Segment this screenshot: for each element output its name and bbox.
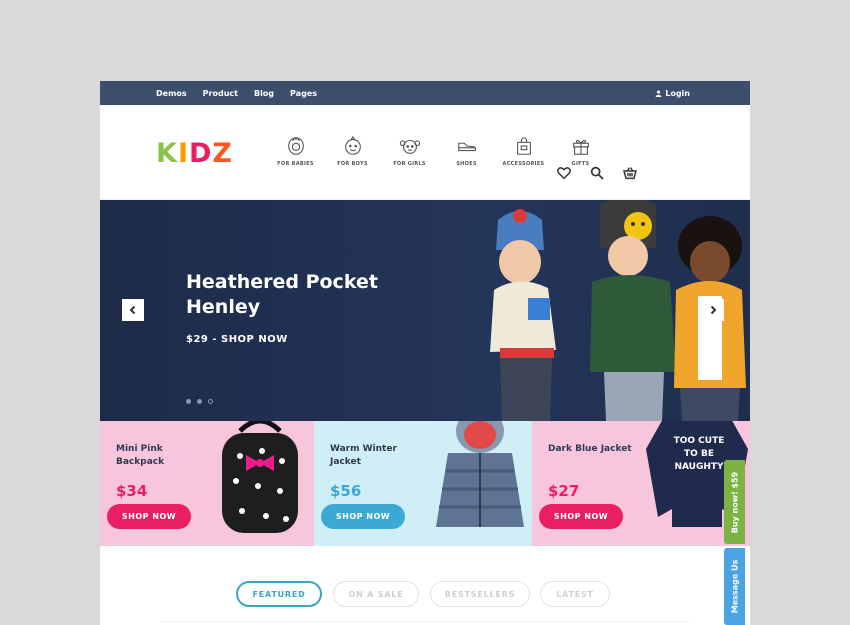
heart-icon[interactable] xyxy=(556,165,572,181)
buy-now-side-button[interactable]: Buy now! $59 xyxy=(724,460,745,544)
category-for-babies[interactable]: FOR BABIES xyxy=(267,135,324,167)
shoe-icon xyxy=(457,142,476,152)
logo[interactable]: K I D Z xyxy=(156,138,233,169)
slider-next-button[interactable] xyxy=(702,299,724,321)
promo-card-dark-blue-jacket: TOO CUTE TO BE NAUGHTY Dark Blue Jacket … xyxy=(532,421,750,546)
promo-card-winter-jacket: Warm Winter Jacket $56 SHOP NOW xyxy=(314,421,532,546)
category-shoes[interactable]: SHOES xyxy=(438,135,495,167)
category-accessories[interactable]: ACCESSORIES xyxy=(495,135,552,167)
logo-letter: Z xyxy=(212,138,233,169)
category-for-girls[interactable]: FOR GIRLS xyxy=(381,135,438,167)
message-us-label: Message Us xyxy=(730,559,740,614)
nav-pages[interactable]: Pages xyxy=(290,89,317,98)
baby-icon xyxy=(287,137,304,155)
user-icon xyxy=(655,90,662,97)
category-label: FOR GIRLS xyxy=(393,161,426,167)
slider-dots xyxy=(186,399,213,404)
category-label: SHOES xyxy=(456,161,477,167)
logo-letter: I xyxy=(177,138,189,169)
login-link[interactable]: Login xyxy=(655,81,690,105)
category-label: GIFTS xyxy=(571,161,590,167)
hero-title: Heathered Pocket Henley xyxy=(186,271,378,318)
promo-strip: Mini Pink Backpack $34 SHOP NOW Warm Win… xyxy=(100,421,750,546)
category-label: ACCESSORIES xyxy=(502,161,545,167)
tab-on-sale[interactable]: ON A SALE xyxy=(333,581,419,607)
slider-dot[interactable] xyxy=(186,399,191,404)
nav-product[interactable]: Product xyxy=(203,89,238,98)
chevron-left-icon xyxy=(129,305,136,315)
nav-demos[interactable]: Demos xyxy=(156,89,187,98)
promo-price: $56 xyxy=(330,482,362,500)
logo-letter: K xyxy=(156,138,178,169)
category-label: FOR BOYS xyxy=(337,161,368,167)
category-gifts[interactable]: GIFTS xyxy=(552,135,609,167)
slider-dot[interactable] xyxy=(208,399,213,404)
search-icon[interactable] xyxy=(589,165,605,181)
promo-shop-now-button[interactable]: SHOP NOW xyxy=(321,504,405,529)
winter-jacket-image xyxy=(436,421,524,527)
promo-price: $27 xyxy=(548,482,580,500)
hero-slider: Heathered Pocket Henley $29 - SHOP NOW xyxy=(100,200,750,421)
promo-card-backpack: Mini Pink Backpack $34 SHOP NOW xyxy=(100,421,314,546)
tab-latest[interactable]: LATEST xyxy=(540,581,610,607)
promo-name: Warm Winter Jacket xyxy=(330,444,397,467)
cart-icon[interactable] xyxy=(622,165,638,181)
tab-bestsellers[interactable]: BESTSELLERS xyxy=(430,581,530,607)
logo-letter: D xyxy=(188,138,213,169)
chevron-right-icon xyxy=(710,305,717,315)
boy-icon xyxy=(344,135,361,155)
category-for-boys[interactable]: FOR BOYS xyxy=(324,135,381,167)
category-nav: FOR BABIES FOR BOYS FOR GIRLS SHOES ACCE… xyxy=(267,135,609,167)
promo-shop-now-button[interactable]: SHOP NOW xyxy=(539,504,623,529)
login-label: Login xyxy=(665,88,690,98)
promo-shop-now-button[interactable]: SHOP NOW xyxy=(107,504,191,529)
promo-name: Mini Pink Backpack xyxy=(116,444,165,467)
page-frame: Demos Product Blog Pages Login K I D Z F… xyxy=(100,81,750,625)
slider-prev-button[interactable] xyxy=(122,299,144,321)
bag-icon xyxy=(516,137,531,155)
top-bar: Demos Product Blog Pages Login xyxy=(100,81,750,105)
message-us-side-button[interactable]: Message Us xyxy=(724,548,745,625)
buy-now-label: Buy now! $59 xyxy=(730,471,740,533)
top-nav: Demos Product Blog Pages xyxy=(156,89,317,98)
gift-icon xyxy=(572,139,589,155)
slider-dot[interactable] xyxy=(197,399,202,404)
backpack-image xyxy=(222,421,298,533)
shirt-print-text: TOO CUTE TO BE NAUGHTY xyxy=(673,436,725,472)
nav-blog[interactable]: Blog xyxy=(254,89,274,98)
girl-icon xyxy=(399,139,420,154)
tab-featured[interactable]: FEATURED xyxy=(236,581,322,607)
site-header: K I D Z FOR BABIES FOR BOYS FOR GIRLS SH… xyxy=(100,105,750,200)
hero-kids-image xyxy=(490,200,746,421)
promo-price: $34 xyxy=(116,482,148,500)
category-label: FOR BABIES xyxy=(277,161,314,167)
promo-name: Dark Blue Jacket xyxy=(548,444,632,454)
product-row-hint xyxy=(160,621,690,625)
hero-shop-now-link[interactable]: $29 - SHOP NOW xyxy=(186,334,288,345)
